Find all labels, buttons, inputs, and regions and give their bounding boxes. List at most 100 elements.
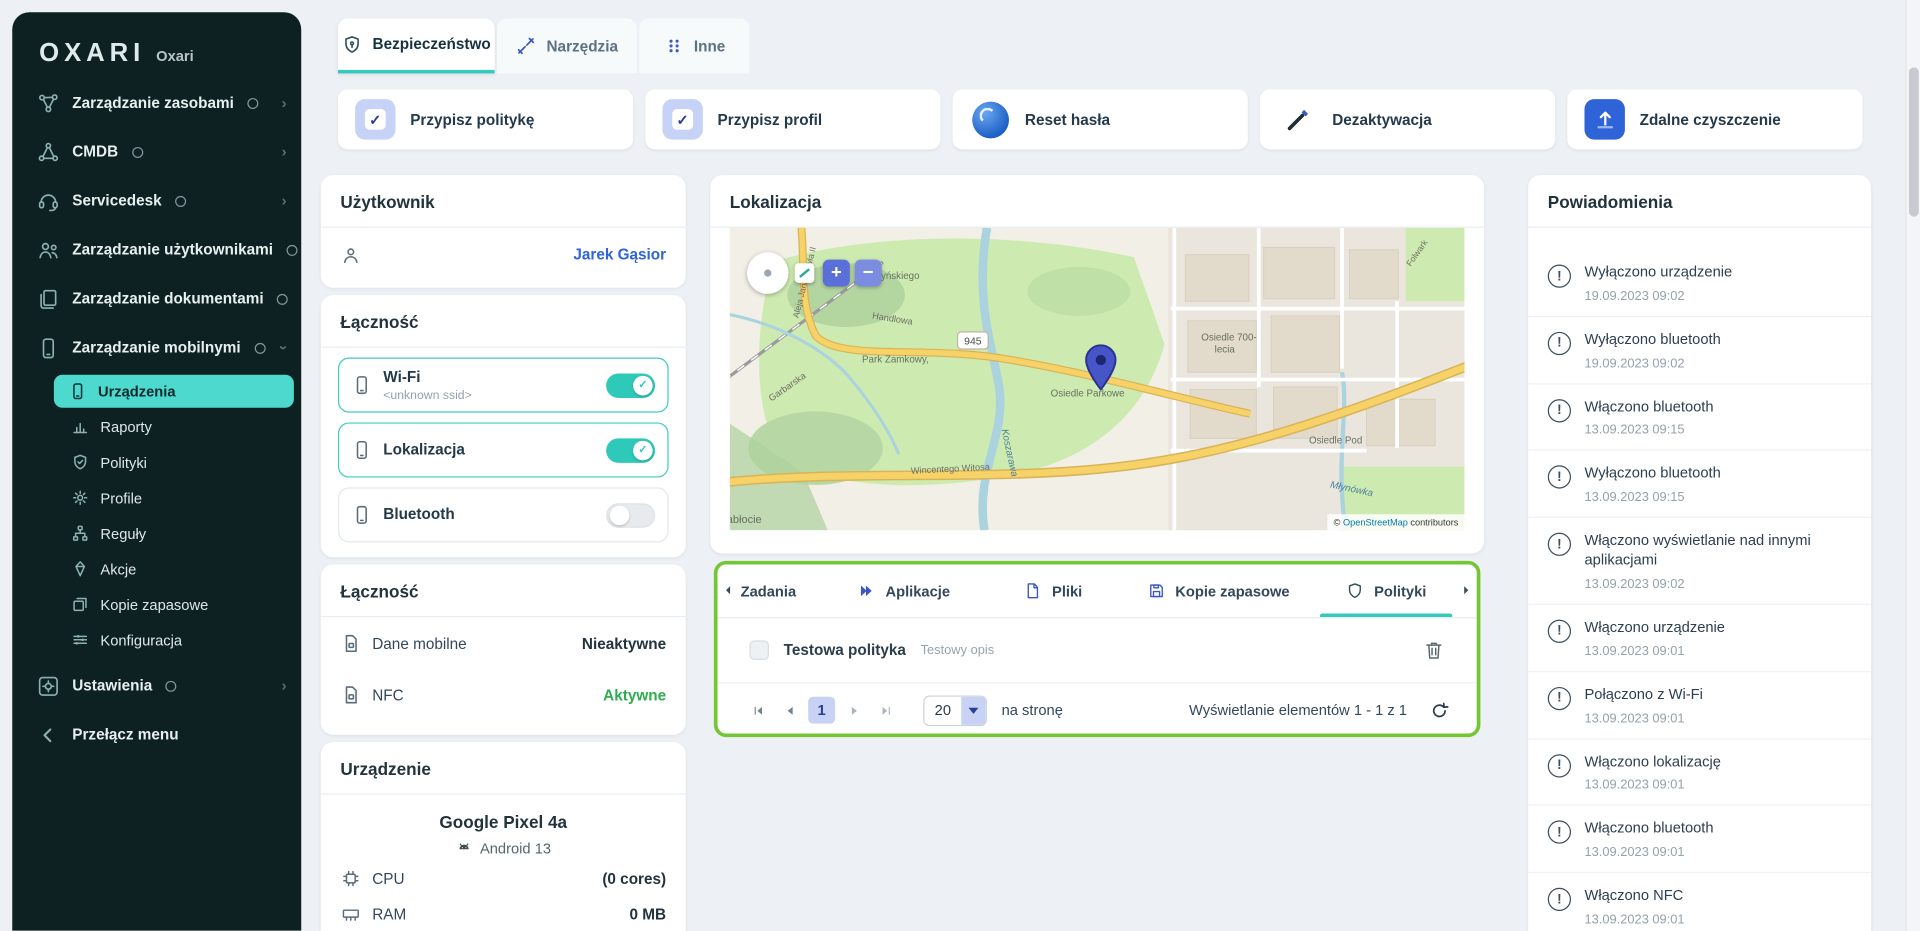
zoom-out-button[interactable]: − [855, 260, 882, 287]
sidebar-subitem-konfiguracja[interactable]: Konfiguracja [12, 622, 301, 658]
notification-item[interactable]: Włączono NFC13.09.2023 09:01 [1528, 873, 1871, 931]
sidebar-subitem-label: Profile [100, 489, 142, 506]
wifi-toggle[interactable] [606, 373, 655, 397]
map-label: lecia [1215, 345, 1236, 356]
tab-bezpieczenstwo[interactable]: Bezpieczeństwo [338, 18, 495, 73]
user-name-link[interactable]: Jarek Gąsior [573, 246, 666, 263]
remote-wipe-button[interactable]: Zdalne czyszczenie [1567, 89, 1862, 149]
detail-tab-label: Polityki [1374, 582, 1426, 599]
sim-card-icon [340, 633, 361, 654]
wifi-label: Wi-Fi [383, 368, 472, 386]
alert-circle-icon [1548, 466, 1571, 489]
action-label: Przypisz politykę [410, 111, 534, 128]
info-badge-icon [175, 195, 186, 206]
notification-body: Włączono urządzenie13.09.2023 09:01 [1584, 618, 1724, 658]
delete-icon[interactable] [1423, 639, 1445, 661]
page-size-value: 20 [924, 696, 961, 724]
apps-icon [857, 582, 875, 600]
alert-circle-icon [1548, 620, 1571, 643]
osm-link[interactable]: OpenStreetMap [1343, 517, 1408, 528]
bluetooth-toggle[interactable] [606, 503, 655, 527]
notification-item[interactable]: Włączono bluetooth13.09.2023 09:01 [1528, 806, 1871, 873]
notification-body: Włączono bluetooth13.09.2023 09:01 [1584, 820, 1713, 860]
map-attribution: © OpenStreetMap contributors [1328, 514, 1465, 530]
tabs-scroll-left-button[interactable] [718, 564, 740, 615]
sidebar-item-zarzadzanie-mobilnymi[interactable]: Zarządzanie mobilnymi [12, 323, 301, 372]
next-page-button[interactable] [840, 697, 867, 724]
notification-item[interactable]: Wyłączono bluetooth19.09.2023 09:02 [1528, 317, 1871, 384]
location-toggle[interactable] [606, 438, 655, 462]
page-size-select[interactable]: 20 [923, 695, 987, 726]
sidebar-item-zarzadzanie-zasobami[interactable]: Zarządzanie zasobami [12, 78, 301, 127]
chevron-right-icon [282, 193, 287, 208]
sidebar-item-zarzadzanie-uzytkownikami[interactable]: Zarządzanie użytkownikami [12, 225, 301, 274]
notification-body: Włączono bluetooth13.09.2023 09:15 [1584, 398, 1713, 438]
detail-tab-aplikacje[interactable]: Aplikacje [828, 564, 980, 617]
detail-tab-polityki[interactable]: Polityki [1310, 564, 1462, 617]
sidebar-subitem-profile[interactable]: Profile [12, 480, 301, 516]
notification-item[interactable]: Włączono urządzenie13.09.2023 09:01 [1528, 605, 1871, 672]
assign-profile-button[interactable]: Przypisz profil [645, 89, 940, 149]
tab-inne[interactable]: Inne [639, 18, 749, 73]
deactivate-button[interactable]: Dezaktywacja [1260, 89, 1555, 149]
tabs-scroll-right-button[interactable] [1455, 564, 1477, 615]
sidebar-subitem-urzadzenia[interactable]: Urządzenia [54, 375, 294, 408]
refresh-icon[interactable] [1429, 700, 1450, 721]
sidebar-item-label: Servicedesk [72, 192, 161, 209]
alert-circle-icon [1548, 264, 1571, 287]
detail-tab-kopie-zapasowe[interactable]: Kopie zapasowe [1127, 564, 1311, 617]
sidebar-subitem-raporty[interactable]: Raporty [12, 409, 301, 445]
road-number: 945 [964, 337, 982, 348]
notification-date: 13.09.2023 09:01 [1584, 644, 1724, 659]
info-badge-icon [286, 244, 297, 255]
sidebar-subitem-reguly[interactable]: Reguły [12, 516, 301, 552]
notification-item[interactable]: Wyłączono urządzenie19.09.2023 09:02 [1528, 250, 1871, 317]
smartphone-icon [69, 382, 87, 400]
sidebar-subitem-akcje[interactable]: Akcje [12, 551, 301, 587]
reset-password-button[interactable]: Reset hasła [953, 89, 1248, 149]
assign-policy-button[interactable]: Przypisz politykę [338, 89, 633, 149]
policy-table-row[interactable]: Testowa polityka Testowy opis [718, 618, 1477, 683]
previous-page-button[interactable] [776, 697, 803, 724]
notification-item[interactable]: Włączono bluetooth13.09.2023 09:15 [1528, 384, 1871, 451]
map-label: Zabłocie [730, 514, 762, 526]
notification-item[interactable]: Włączono lokalizację13.09.2023 09:01 [1528, 739, 1871, 806]
app-root: OXARI Oxari Zarządzanie zasobami CMDB Se… [0, 0, 1920, 931]
header-tabs: Bezpieczeństwo Narzędzia Inne [338, 18, 749, 73]
map-pan-control[interactable] [747, 252, 789, 294]
zoom-in-button[interactable]: + [823, 260, 850, 287]
sidebar-subitem-polityki[interactable]: Polityki [12, 444, 301, 480]
detail-tab-label: Aplikacje [885, 582, 950, 599]
notification-body: Połączono z Wi-Fi13.09.2023 09:01 [1584, 685, 1702, 725]
sidebar-subitem-kopie-zapasowe[interactable]: Kopie zapasowe [12, 587, 301, 623]
notification-date: 13.09.2023 09:01 [1584, 711, 1702, 726]
last-page-button[interactable] [872, 697, 899, 724]
notification-item[interactable]: Połączono z Wi-Fi13.09.2023 09:01 [1528, 672, 1871, 739]
action-label: Zdalne czyszczenie [1640, 111, 1781, 128]
scrollbar-thumb[interactable] [1909, 67, 1919, 216]
copy-icon [71, 595, 89, 613]
vertical-scrollbar[interactable] [1905, 0, 1920, 931]
map-measure-tool[interactable] [795, 263, 815, 283]
detail-tab-pliki[interactable]: Pliki [980, 564, 1127, 617]
map[interactable]: 945 Wyszyńskiego Park Zamkowy, Osiedle P… [730, 228, 1465, 530]
alert-circle-icon [1548, 687, 1571, 710]
page-number-button[interactable]: 1 [808, 697, 835, 724]
row-checkbox[interactable] [749, 640, 769, 660]
action-bar: Przypisz politykę Przypisz profil Reset … [338, 89, 1862, 149]
sidebar-item-servicedesk[interactable]: Servicedesk [12, 176, 301, 225]
notification-date: 13.09.2023 09:15 [1584, 423, 1713, 438]
check-square-icon [355, 99, 395, 139]
tab-narzedzia[interactable]: Narzędzia [497, 18, 637, 73]
sidebar-item-zarzadzanie-dokumentami[interactable]: Zarządzanie dokumentami [12, 274, 301, 323]
first-page-button[interactable] [744, 697, 771, 724]
sidebar-collapse-button[interactable]: Przełącz menu [12, 710, 301, 759]
sidebar-item-ustawienia[interactable]: Ustawienia [12, 661, 301, 710]
detail-tab-label: Kopie zapasowe [1175, 582, 1289, 599]
check-square-icon [662, 99, 702, 139]
notification-item[interactable]: Wyłączono bluetooth13.09.2023 09:15 [1528, 451, 1871, 518]
sidebar-item-cmdb[interactable]: CMDB [12, 127, 301, 176]
notifications-card: Powiadomienia Wyłączono urządzenie19.09.… [1528, 175, 1871, 931]
sidebar: OXARI Oxari Zarządzanie zasobami CMDB Se… [12, 12, 301, 930]
notification-item[interactable]: Włączono wyświetlanie nad innymi aplikac… [1528, 518, 1871, 605]
